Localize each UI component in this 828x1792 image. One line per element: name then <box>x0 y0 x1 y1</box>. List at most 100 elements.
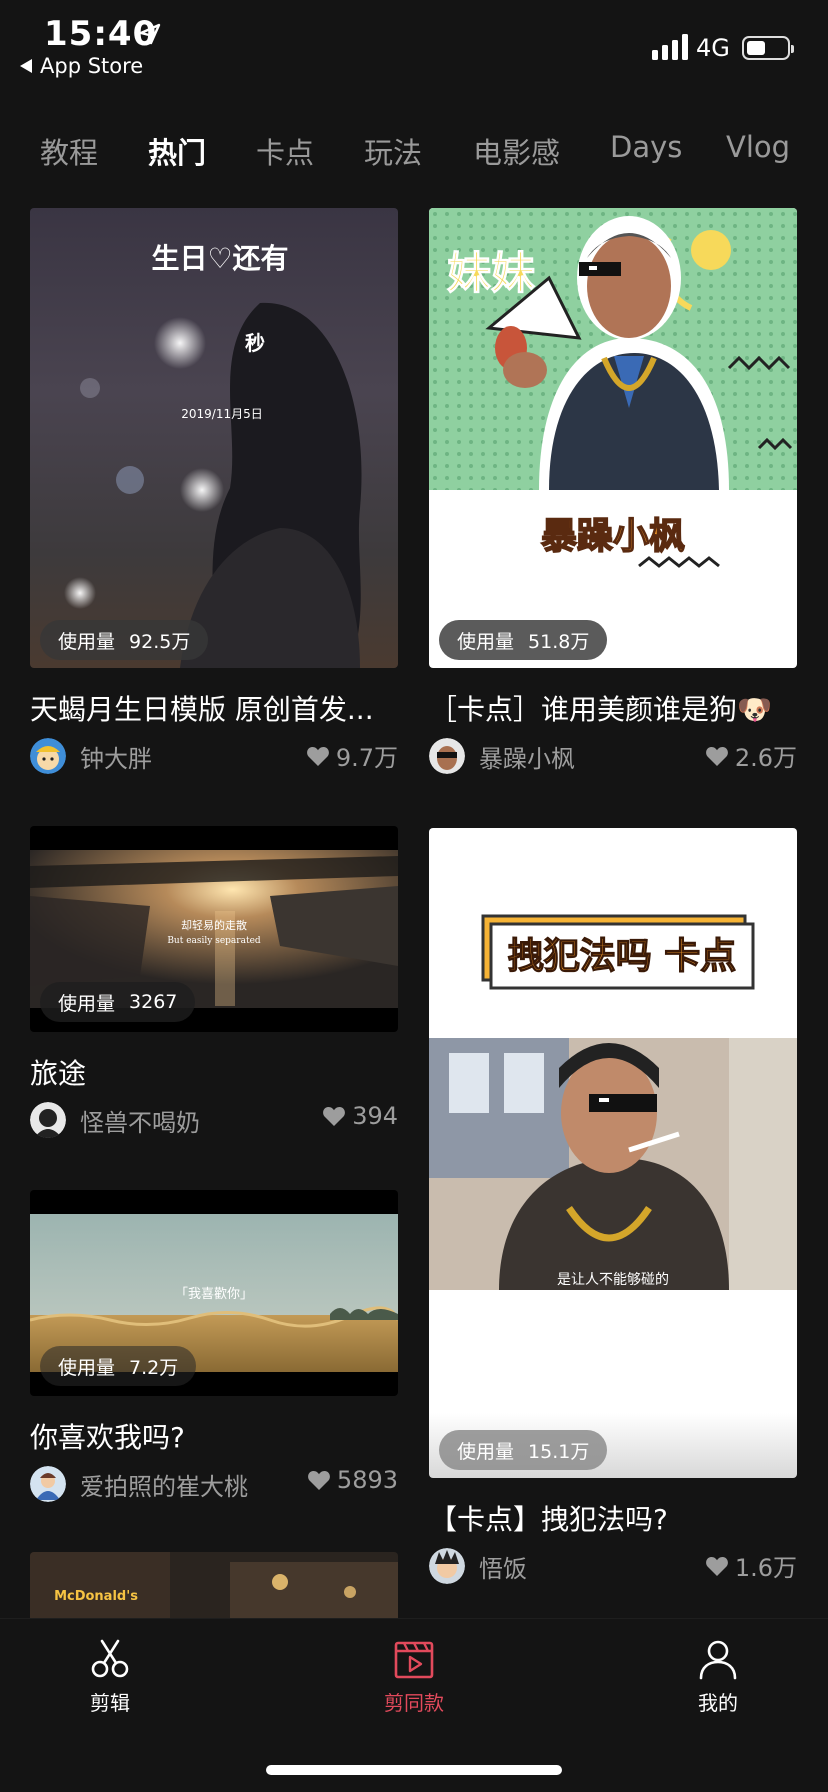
overlay-date: 2019/11月5日 <box>181 407 263 421</box>
like-count[interactable]: 1.6万 <box>705 1548 797 1583</box>
author-name: 暴躁小枫 <box>479 744 575 773</box>
tab-beat-sync[interactable]: 卡点 <box>256 130 314 172</box>
template-card[interactable]: 拽犯法吗 卡点 是让人不能够碰的 使用量 15.1万 【卡点】拽犯法吗? 悟饭 … <box>429 828 797 1588</box>
like-count[interactable]: 2.6万 <box>705 738 797 773</box>
usage-badge: 使用量 15.1万 <box>439 1430 608 1470</box>
tab-days[interactable]: Days <box>610 130 682 164</box>
overlay-seconds: 秒 <box>245 331 265 355</box>
template-title[interactable]: 旅途 <box>30 1052 86 1092</box>
tall-meme-thumbnail-art: 拽犯法吗 卡点 是让人不能够碰的 <box>429 914 797 1290</box>
avatar <box>429 1548 465 1584</box>
overlay-birthday-title: 生日♡还有 <box>151 242 288 275</box>
category-tabs: 教程 热门 卡点 玩法 电影感 Days Vlog <box>0 120 828 180</box>
like-count-value: 394 <box>352 1102 398 1130</box>
back-triangle-icon <box>20 59 32 73</box>
battery-icon <box>742 36 794 60</box>
tab-profile[interactable]: 我的 <box>658 1637 778 1716</box>
template-thumbnail[interactable]: McDonald's <box>30 1552 398 1618</box>
overlay-meme-title: 拽犯法吗 卡点 <box>508 936 737 977</box>
like-count-value: 9.7万 <box>335 744 398 772</box>
heart-icon <box>308 1471 330 1490</box>
avatar <box>429 738 465 774</box>
template-card[interactable]: 「我喜歡你」 使用量 7.2万 你喜欢我吗? 爱拍照的崔大桃 5893 <box>30 1190 398 1502</box>
like-count-value: 2.6万 <box>734 744 797 772</box>
author-name: 怪兽不喝奶 <box>80 1108 200 1137</box>
overlay-caption-cn: 却轻易的走散 <box>181 918 247 932</box>
usage-label: 使用量 <box>457 1440 515 1463</box>
home-indicator[interactable] <box>266 1765 562 1775</box>
meme-thumbnail-art: 妹妹 暴躁小枫 <box>429 208 797 568</box>
overlay-subtitle: 是让人不能够碰的 <box>557 1272 669 1288</box>
tab-popular[interactable]: 热门 <box>148 130 206 172</box>
author-row[interactable]: 暴躁小枫 <box>429 738 575 774</box>
tab-profile-label: 我的 <box>698 1691 738 1715</box>
tab-template-label: 剪同款 <box>384 1691 444 1715</box>
template-title[interactable]: 天蝎月生日模版 原创首发... <box>30 688 374 728</box>
usage-count: 7.2万 <box>129 1356 179 1379</box>
author-name: 钟大胖 <box>80 744 152 773</box>
overlay-name: 暴躁小枫 <box>541 516 685 557</box>
back-to-app-store[interactable]: App Store <box>20 54 143 78</box>
usage-count: 15.1万 <box>528 1440 590 1463</box>
usage-label: 使用量 <box>58 992 116 1015</box>
usage-count: 51.8万 <box>528 630 590 653</box>
like-count[interactable]: 394 <box>322 1102 398 1130</box>
tab-edit[interactable]: 剪辑 <box>50 1637 170 1716</box>
avatar <box>30 1466 66 1502</box>
usage-badge: 使用量 51.8万 <box>439 620 608 660</box>
avatar <box>30 1102 66 1138</box>
usage-badge: 使用量 92.5万 <box>40 620 209 660</box>
usage-badge: 使用量 3267 <box>40 982 196 1022</box>
usage-count: 92.5万 <box>129 630 191 653</box>
overlay-sign: McDonald's <box>54 1589 138 1604</box>
author-name: 爱拍照的崔大桃 <box>80 1472 248 1501</box>
template-feed[interactable]: 生日♡还有 秒 2019/11月5日 使用量 92.5万 天蝎月生日模版 原创首… <box>0 206 828 1618</box>
template-thumbnail[interactable]: 拽犯法吗 卡点 是让人不能够碰的 <box>429 828 797 1478</box>
avatar <box>30 738 66 774</box>
tab-gameplay[interactable]: 玩法 <box>364 130 422 172</box>
template-video-icon <box>394 1641 434 1679</box>
tab-cinematic[interactable]: 电影感 <box>473 130 560 172</box>
author-row[interactable]: 钟大胖 <box>30 738 152 774</box>
author-name: 悟饭 <box>479 1554 527 1583</box>
overlay-caption: 「我喜歡你」 <box>175 1287 253 1302</box>
template-thumbnail[interactable]: 生日♡还有 秒 2019/11月5日 <box>30 208 398 668</box>
usage-badge: 使用量 7.2万 <box>40 1346 197 1386</box>
heart-icon <box>323 1107 346 1126</box>
cellular-signal-icon <box>652 34 688 60</box>
tab-template[interactable]: 剪同款 <box>354 1637 474 1716</box>
template-title[interactable]: ［卡点］谁用美颜谁是狗🐶 <box>429 688 772 728</box>
like-count[interactable]: 5893 <box>307 1466 398 1494</box>
author-row[interactable]: 悟饭 <box>429 1548 527 1584</box>
usage-label: 使用量 <box>457 630 515 653</box>
birthday-thumbnail-art: 生日♡还有 秒 2019/11月5日 <box>64 242 362 668</box>
overlay-meimei: 妹妹 <box>447 248 535 299</box>
usage-label: 使用量 <box>58 1356 116 1379</box>
overlay-caption-en: But easily separated <box>167 936 261 946</box>
status-bar: 15:40 App Store 4G <box>0 0 828 90</box>
heart-icon <box>705 746 728 766</box>
template-card[interactable]: 妹妹 暴躁小枫 使用量 51.8万 ［卡点］谁用美颜谁是狗🐶 暴躁小枫 2.6万 <box>429 208 797 774</box>
author-row[interactable]: 怪兽不喝奶 <box>30 1102 200 1138</box>
tab-tutorial[interactable]: 教程 <box>40 130 98 172</box>
like-count-value: 1.6万 <box>734 1554 797 1582</box>
profile-icon <box>699 1640 737 1680</box>
tab-edit-label: 剪辑 <box>90 1691 130 1715</box>
template-title[interactable]: 你喜欢我吗? <box>30 1416 185 1456</box>
template-title[interactable]: 【卡点】拽犯法吗? <box>429 1498 668 1538</box>
usage-label: 使用量 <box>58 630 116 653</box>
like-count[interactable]: 9.7万 <box>306 738 398 773</box>
template-card[interactable]: McDonald's <box>30 1552 398 1618</box>
heart-icon <box>705 1556 728 1576</box>
template-card[interactable]: 却轻易的走散 But easily separated 使用量 3267 旅途 … <box>30 826 398 1138</box>
back-app-store-label: App Store <box>40 54 144 78</box>
like-count-value: 5893 <box>336 1466 398 1494</box>
usage-count: 3267 <box>129 991 178 1013</box>
template-card[interactable]: 生日♡还有 秒 2019/11月5日 使用量 92.5万 天蝎月生日模版 原创首… <box>30 208 398 774</box>
network-type: 4G <box>696 34 730 62</box>
author-row[interactable]: 爱拍照的崔大桃 <box>30 1466 248 1502</box>
template-thumbnail[interactable]: 妹妹 暴躁小枫 <box>429 208 797 668</box>
tab-vlog[interactable]: Vlog <box>726 130 790 164</box>
location-arrow-icon <box>139 23 161 45</box>
heart-icon <box>306 746 329 766</box>
